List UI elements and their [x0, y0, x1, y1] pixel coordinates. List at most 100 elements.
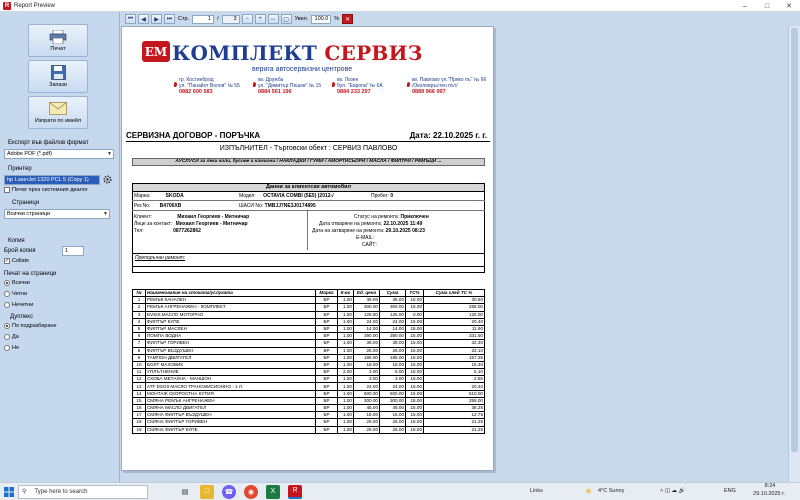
windows-start-icon[interactable]: [0, 483, 18, 500]
vertical-scrollbar[interactable]: [788, 26, 800, 482]
table-cell: 390.00: [353, 332, 380, 341]
radio-duplex-no[interactable]: Не: [4, 345, 19, 351]
pages-value: Всички страници: [7, 211, 51, 217]
site-label: САЙТ:: [362, 242, 377, 248]
table-cell: 600.00: [379, 389, 406, 398]
status-value: Приключен: [400, 214, 429, 220]
prev-page-icon[interactable]: ◀: [138, 14, 149, 24]
pages-select[interactable]: Всички страници ▼: [4, 209, 110, 219]
recommended-repair-box: Препоръчан ремонт:: [132, 253, 485, 273]
task-view-icon[interactable]: ▤: [178, 485, 192, 499]
reg-row: Рег.No: В4706ХВ: [134, 203, 181, 209]
minimize-button[interactable]: –: [735, 0, 755, 12]
page-number-input[interactable]: 1: [192, 14, 215, 24]
last-page-icon[interactable]: ⏭: [164, 14, 175, 24]
scrollbar-thumb[interactable]: [791, 28, 798, 452]
printer-settings-gear-icon[interactable]: [102, 174, 113, 185]
table-cell: СМЯНА ФИЛТЪР ВЪЗДУШЕН: [145, 411, 316, 420]
client-label: Клиент:: [134, 214, 152, 220]
viber-icon[interactable]: ☎: [222, 484, 236, 499]
table-cell: 26.00: [353, 346, 380, 355]
table-cell: БР: [315, 346, 338, 355]
table-cell: ФИЛТЪР ВЪЗДУШЕН: [145, 346, 316, 355]
table-cell: 1.00: [337, 353, 354, 362]
table-cell: ФИЛТЪР МАСЛЕН: [145, 324, 316, 334]
table-cell: 15.00: [405, 418, 424, 427]
print-button[interactable]: Печат: [28, 24, 88, 57]
fit-page-icon[interactable]: ▢: [280, 14, 292, 24]
weather-widget[interactable]: 4°C Sunny: [598, 488, 624, 494]
table-cell: 15.30: [423, 360, 485, 370]
table-cell: 5.10: [423, 368, 485, 377]
table-cell: 21.25: [423, 418, 485, 427]
excel-icon[interactable]: X: [266, 484, 280, 499]
radio-odd-pages[interactable]: Нечетни: [4, 302, 33, 308]
system-tray-icons[interactable]: ˄ ◫ ☁ 🔊: [660, 488, 685, 494]
close-preview-icon[interactable]: ✕: [342, 14, 354, 24]
taskbar-search-input[interactable]: ⚲ Type here to search: [18, 484, 148, 499]
client-row: Клиент: Михаил Георгиев - Митничар: [134, 214, 249, 220]
table-cell: 7: [132, 339, 146, 348]
table-cell: 22.10: [423, 346, 485, 355]
system-dialog-checkbox[interactable]: Печат през системния диалог: [4, 187, 88, 193]
table-cell: 15.00: [405, 353, 424, 362]
company-tagline: верига автосервизни центрове: [252, 66, 353, 73]
radio-duplex-default[interactable]: По подразбиране: [4, 323, 57, 329]
printer-value: hp LaserJet 1320 PCL 5 (Copy 1): [7, 177, 89, 183]
fit-width-icon[interactable]: ↔: [267, 14, 279, 24]
links-toolbar[interactable]: Links: [530, 488, 543, 494]
file-explorer-icon[interactable]: □: [200, 484, 214, 499]
table-cell: БР: [315, 317, 338, 326]
report-app-icon[interactable]: R: [288, 484, 302, 499]
clock-time[interactable]: 8:24: [750, 483, 790, 489]
items-body: 1 РЕМЪК КАНАЛЕН БР 1.00 36.00 36.00 15.00 30.60…: [132, 296, 485, 434]
table-cell: 20.40: [423, 382, 485, 391]
table-cell: БР: [315, 310, 338, 319]
radio-duplex-yes[interactable]: Да: [4, 334, 19, 340]
collate-checkbox[interactable]: ✓ Collate: [4, 258, 29, 264]
document-title: СЕРВИЗНА ДОГОВОР - ПОРЪЧКА: [126, 131, 261, 140]
table-cell: 36.00: [379, 296, 406, 305]
email-icon: [49, 101, 67, 116]
close-button[interactable]: ✕: [779, 0, 799, 12]
table-cell: 185.00: [379, 353, 406, 362]
chrome-icon[interactable]: ◉: [244, 484, 258, 499]
table-cell: 30.60: [423, 296, 485, 305]
table-cell: 24.00: [353, 382, 380, 391]
save-button[interactable]: Запази: [28, 60, 88, 93]
clock-date[interactable]: 29.10.2025 г.: [745, 491, 793, 497]
table-row: 4 ФИЛТЪР КУПЕ БР 1.00 24.00 24.00 15.00 20.40: [132, 317, 485, 326]
table-cell: МОНТАЖ СКОРОСТНА КУТИЯ: [145, 389, 316, 398]
next-page-icon[interactable]: ▶: [151, 14, 162, 24]
zoom-out-icon[interactable]: −: [241, 14, 253, 24]
radio-even-pages[interactable]: Четни: [4, 291, 27, 297]
maximize-button[interactable]: □: [757, 0, 777, 12]
table-cell: 331.50: [423, 332, 485, 341]
contact-row: Лице за контакт: Михаил Георгиев - Митни…: [134, 221, 248, 227]
radio-all-pages[interactable]: Всички: [4, 280, 30, 286]
table-row: 18 СМЯНА ФИЛТЪР ГОРИВЕН БР 1.00 25.00 25.00 15…: [132, 418, 485, 427]
col-header: Ед. цена: [353, 288, 380, 298]
send-email-button[interactable]: Изпрати по имейл: [28, 96, 88, 129]
table-cell: 1.00: [337, 324, 354, 334]
table-cell: 12: [132, 375, 146, 384]
zoom-input[interactable]: 100.0: [311, 14, 332, 24]
printer-select[interactable]: hp LaserJet 1320 PCL 5 (Copy 1): [4, 175, 100, 185]
table-cell: 1: [132, 296, 146, 305]
copies-stepper[interactable]: 1: [62, 246, 84, 256]
export-format-select[interactable]: Adobe PDF (*.pdf) ▼: [4, 149, 114, 159]
table-cell: 300.00: [353, 303, 380, 312]
table-cell: 13: [132, 382, 146, 391]
table-cell: 390.00: [379, 332, 406, 341]
zoom-in-icon[interactable]: +: [254, 14, 266, 24]
table-row: 17 СМЯНА ФИЛТЪР ВЪЗДУШЕН БР 1.00 15.00 15.00 1…: [132, 411, 485, 420]
table-cell: 15.00: [405, 396, 424, 406]
table-cell: 15.00: [405, 360, 424, 370]
table-cell: 5: [132, 324, 146, 334]
table-cell: 45.00: [379, 403, 406, 413]
branch-info: кв. Лозен бул. "Европа" № 6А 0884 233 29…: [337, 77, 417, 95]
table-row: 11 УПЛЪТНЕНИЕ БР 2.00 3.00 6.00 15.00 5.10: [132, 368, 485, 377]
language-indicator[interactable]: ENG: [724, 488, 736, 494]
table-cell: 3.00: [353, 375, 380, 384]
first-page-icon[interactable]: ⏮: [125, 14, 136, 24]
